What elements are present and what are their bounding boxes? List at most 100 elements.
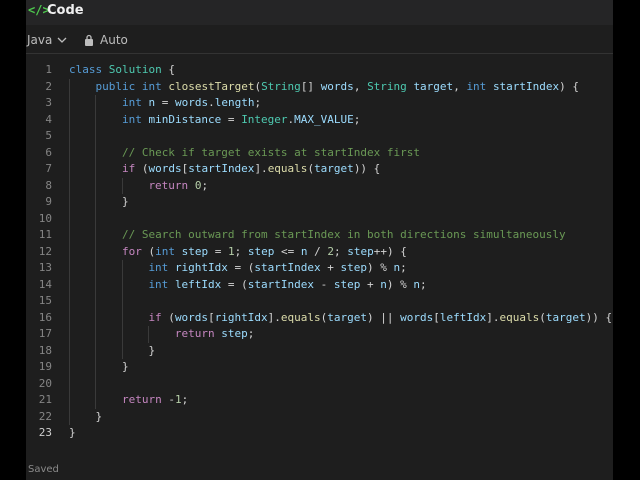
code-token: , (453, 79, 467, 93)
code-line[interactable]: 7 if (words[startIndex].equals(target)) { (26, 161, 613, 178)
indent-guide (69, 210, 70, 227)
code-token: if (148, 310, 162, 324)
code-line[interactable]: 18} (26, 342, 613, 360)
code-token: = ( (221, 277, 248, 291)
code-token: target (314, 162, 354, 175)
code-line[interactable]: 21 return -1; (26, 392, 613, 409)
line-number: 2 (45, 79, 52, 93)
code-token: int (121, 112, 142, 126)
code-line[interactable]: 4 int minDistance = Integer.MAX_VALUE; (26, 111, 613, 128)
code-line[interactable]: 16 if (words[rightIdx].equals(target) || … (26, 309, 613, 326)
indent-guide (95, 243, 97, 260)
code-line[interactable]: 10 (26, 210, 613, 227)
code-token: [ (433, 310, 440, 324)
code-token: int (155, 244, 175, 258)
code-token: = (155, 96, 175, 109)
code-line[interactable]: 14 int leftIdx = (startIndex - step + n) … (26, 276, 613, 294)
code-line[interactable]: 5 (26, 128, 613, 145)
indent-guide (69, 276, 70, 293)
code-line[interactable]: 19} (26, 359, 613, 376)
code-line[interactable]: 8 return 0; (26, 177, 613, 194)
code-text: // Search outward from startIndex in bot… (122, 227, 566, 244)
code-line[interactable]: 2 public int closestTarget(String[] words… (26, 78, 613, 96)
code-token: Integer (241, 112, 288, 126)
code-token: ; (400, 261, 407, 274)
code-token: = (208, 244, 228, 258)
code-token: , (353, 79, 368, 93)
code-token: class (69, 63, 103, 76)
code-token: // Search outward from startIndex in bot… (121, 228, 566, 241)
indent-guide (69, 260, 70, 277)
indent-guide (95, 342, 97, 359)
code-token: return (174, 327, 215, 340)
indent-guide (69, 111, 70, 128)
code-line[interactable]: 6 // Check if target exists at startIndex… (26, 144, 613, 161)
line-number: 14 (38, 277, 52, 291)
code-token: ]. (267, 310, 281, 324)
indent-guide (69, 227, 70, 244)
code-line[interactable]: 11 // Search outward from startIndex in b… (26, 227, 613, 244)
code-token: ; (333, 244, 348, 258)
code-line[interactable]: 23} (26, 425, 613, 442)
code-editor[interactable]: 1 class Solution {2 public int closestTarg… (26, 62, 613, 442)
code-token: [ (208, 310, 215, 324)
code-line[interactable]: 20 (26, 375, 613, 392)
code-token: step (340, 261, 368, 274)
code-token: step (181, 244, 209, 258)
code-line[interactable]: 17 return step; (26, 326, 613, 343)
line-number: 22 (38, 409, 52, 423)
indent-guide (121, 260, 123, 277)
code-token: equals (267, 162, 308, 175)
language-label: Java (27, 33, 53, 47)
code-line[interactable]: 3 int n = words.length; (26, 95, 613, 112)
indent-guide (121, 276, 123, 293)
code-text: public int closestTarget(String[] words,… (95, 79, 579, 96)
code-token: ; (201, 178, 209, 192)
code-text: int rightIdx = (startIndex + step) % n; (148, 260, 406, 277)
indent-guide (69, 95, 70, 112)
code-text: int leftIdx = (startIndex - step + n) % … (148, 277, 426, 294)
code-line[interactable]: 15 (26, 293, 613, 310)
indent-guide (95, 359, 97, 376)
code-line[interactable]: 13 int rightIdx = (startIndex + step) % n… (26, 260, 613, 277)
indent-guide (69, 161, 70, 178)
code-text: if (words[startIndex].equals(target)) { (122, 161, 380, 178)
code-token: target (545, 310, 586, 324)
code-token: minDistance (148, 112, 222, 126)
code-token: equals (280, 310, 321, 324)
code-token: ( (141, 244, 156, 258)
code-token: 1 (174, 393, 182, 406)
line-number: 19 (38, 360, 52, 373)
line-number: 5 (45, 129, 52, 142)
code-token: length (214, 96, 255, 109)
code-line[interactable]: 1 class Solution { (26, 62, 613, 79)
code-token: = (221, 112, 242, 126)
code-line[interactable]: 12 for (int step = 1; step <= n / 2; step… (26, 243, 613, 260)
indent-guide (95, 293, 97, 310)
code-token: equals (499, 310, 540, 324)
code-token: return (121, 393, 162, 406)
line-number: 15 (38, 294, 52, 307)
code-token: } (95, 409, 103, 423)
line-number: 13 (38, 261, 52, 274)
line-number: 3 (45, 96, 52, 109)
code-text: } (148, 343, 155, 360)
code-token: public (95, 79, 136, 93)
code-token: . (208, 96, 215, 109)
code-text: class Solution { (69, 62, 175, 79)
code-line[interactable]: 22} (26, 408, 613, 425)
code-token: ; (420, 277, 427, 291)
code-token: 1 (227, 244, 235, 258)
indent-guide (69, 293, 70, 310)
code-token: n (380, 277, 387, 291)
language-dropdown[interactable]: Java (27, 33, 67, 47)
indent-guide (121, 177, 123, 194)
code-token: rightIdx (214, 310, 268, 324)
code-line[interactable]: 9} (26, 194, 613, 211)
line-number: 17 (38, 327, 52, 340)
code-token: int (148, 277, 169, 291)
code-text: } (122, 194, 129, 211)
code-token: String (261, 79, 301, 93)
code-token: + (320, 261, 341, 274)
